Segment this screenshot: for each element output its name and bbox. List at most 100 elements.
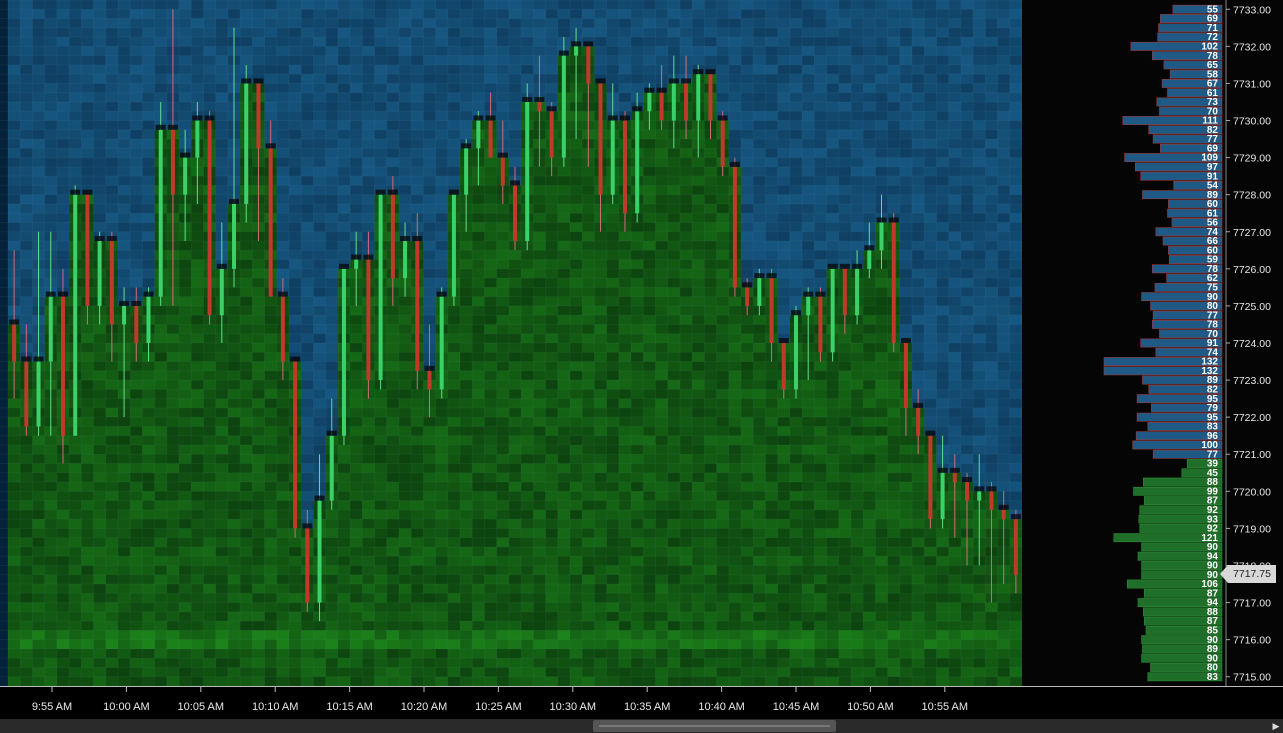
heat-cell-bid (692, 556, 705, 566)
heat-cell-bid (545, 185, 559, 196)
heat-cell-bid (423, 667, 437, 678)
heat-cell-bid (374, 602, 388, 613)
heat-cell-bid (643, 259, 656, 270)
heat-cell-bid (582, 463, 595, 474)
heat-cell-ask (435, 139, 449, 149)
heat-cell-ask (789, 278, 803, 288)
heat-cell-bid (203, 444, 217, 455)
heat-cell-ask (313, 148, 327, 159)
heat-cell-bid (203, 482, 217, 492)
heat-cell-bid (130, 472, 143, 483)
heat-cell-ask (398, 194, 412, 205)
heat-cell-ask (276, 18, 290, 29)
heat-cell-bid (32, 472, 46, 483)
heat-cell-bid (252, 417, 266, 427)
heat-cell-bid (191, 213, 204, 223)
heat-cell-ask (423, 194, 437, 205)
heat-cell-bid (643, 278, 656, 288)
heat-cell-bid (655, 268, 669, 279)
heat-cell-bid (460, 241, 473, 251)
heat-cell-ask (362, 148, 376, 159)
heat-cell-bid (569, 380, 583, 390)
heat-cell-bid (557, 667, 571, 678)
heat-cell-bid (728, 667, 742, 678)
heat-cell-ask (325, 92, 339, 103)
heat-cell-bid (81, 658, 95, 668)
heat-cell-ask (814, 64, 828, 75)
heat-cell-bid (802, 602, 815, 613)
heat-cell-bid (521, 472, 534, 483)
heat-cell-ask (802, 9, 815, 20)
heat-cell-bid (692, 463, 705, 474)
heat-cell-bid (154, 491, 168, 502)
heat-cell-bid (264, 380, 278, 390)
heat-cell-bid (179, 380, 192, 390)
heat-cell-bid (802, 417, 815, 427)
heat-cell-ask (32, 0, 46, 10)
heat-cell-ask (447, 92, 461, 103)
heat-cell-bid (679, 259, 693, 270)
heat-cell-ask (69, 83, 82, 94)
heat-cell-ask (179, 37, 192, 47)
heat-cell-bid (179, 287, 192, 298)
heat-cell-ask (56, 157, 70, 168)
heat-cell-bid (142, 509, 156, 520)
heat-cell-bid (704, 565, 718, 576)
heat-cell-bid (374, 426, 388, 437)
heat-cell-bid (8, 454, 21, 465)
heat-cell-bid (447, 509, 461, 520)
heat-cell-bid (105, 389, 119, 400)
heat-cell-ask (240, 18, 253, 29)
heat-cell-bid (508, 630, 522, 641)
heat-cell-bid (741, 639, 754, 650)
heat-cell-bid (447, 630, 461, 641)
heat-cell-ask (789, 231, 803, 242)
heat-cell-bid (753, 658, 766, 668)
heat-cell-bid (191, 639, 204, 650)
heat-cell-ask (789, 120, 803, 131)
depth-heatmap-chart[interactable]: 55 69 71 72 102 78 65 58 67 61 73 70 111 82 77 69 109 97 9… (0, 0, 1283, 733)
heat-cell-bid (814, 472, 828, 483)
heat-cell-ask (215, 148, 229, 159)
heat-cell-bid (472, 537, 485, 548)
heat-cell-bid (337, 639, 351, 650)
chart-canvas[interactable]: 5569717210278655867617370111827769109979… (0, 0, 1283, 733)
heat-cell-bid (533, 602, 547, 613)
heat-cell-ask (191, 74, 204, 84)
heat-cell-bid (240, 333, 253, 344)
heat-cell-bid (362, 435, 376, 446)
heat-cell-ask (203, 9, 217, 20)
heat-cell-bid (20, 611, 33, 622)
heat-cell-ask (215, 111, 229, 122)
heat-cell-ask (777, 148, 791, 159)
heat-cell-ask (826, 166, 840, 177)
heat-cell-bid (545, 176, 559, 186)
heat-cell-bid (618, 528, 632, 539)
heat-cell-bid (545, 519, 559, 529)
heat-cell-ask (631, 83, 644, 94)
heat-cell-ask (435, 101, 449, 112)
heat-cell-bid (679, 667, 693, 678)
heat-cell-ask (826, 64, 840, 75)
heat-cell-bid (44, 528, 58, 539)
heat-cell-bid (508, 491, 522, 502)
heat-cell-bid (728, 472, 742, 483)
heat-cell-ask (56, 18, 70, 29)
heat-cell-bid (814, 491, 828, 502)
heat-cell-ask (350, 157, 363, 168)
heat-cell-ask (741, 129, 754, 140)
heat-cell-bid (716, 241, 730, 251)
heat-cell-ask (56, 203, 70, 214)
heat-cell-bid (325, 667, 339, 678)
heat-cell-bid (484, 389, 498, 400)
heat-cell-bid (350, 482, 363, 492)
heat-cell-bid (460, 546, 473, 557)
heat-cell-ask (777, 139, 791, 149)
heat-cell-bid (81, 370, 95, 381)
heat-cell-ask (56, 231, 70, 242)
heat-cell-bid (337, 658, 351, 668)
heat-cell-bid (679, 176, 693, 186)
heat-cell-bid (655, 667, 669, 678)
heat-cell-bid (154, 472, 168, 483)
heat-cell-bid (521, 519, 534, 529)
